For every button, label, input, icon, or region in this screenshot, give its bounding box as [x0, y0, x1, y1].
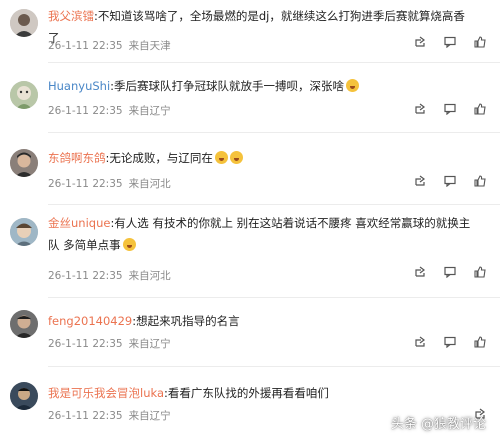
comment-actions	[414, 103, 486, 115]
avatar[interactable]	[10, 9, 38, 37]
comment-icon[interactable]	[444, 103, 456, 115]
like-icon[interactable]	[474, 36, 486, 48]
comment-text: HuanyuShi:季后赛球队打争冠球队就放手一搏呗，深张啥	[48, 75, 472, 97]
comment-time: 26-1-11 22:35	[48, 40, 123, 52]
comment-location: 来自辽宁	[128, 410, 171, 422]
comment-actions	[414, 266, 486, 278]
like-icon[interactable]	[474, 336, 486, 348]
comment-body: :无论成败，与辽同在	[105, 151, 213, 165]
comment-body: :看看广东队找的外援再看看咱们	[164, 386, 329, 400]
shock-emoji	[229, 151, 243, 164]
comment-text: 东鸽啊东鸽:无论成败，与辽同在	[48, 147, 472, 169]
comment-location: 来自辽宁	[128, 105, 171, 117]
avatar[interactable]	[10, 149, 38, 177]
comment-meta: 26-1-11 22:35 来自辽宁	[48, 103, 171, 118]
comment-text: 我是可乐我会冒泡luka:看看广东队找的外援再看看咱们	[48, 382, 472, 404]
share-icon[interactable]	[414, 36, 426, 48]
divider	[48, 132, 500, 133]
comment-time: 26-1-11 22:35	[48, 178, 123, 190]
smile-emoji	[346, 79, 360, 92]
comment-username[interactable]: 我是可乐我会冒泡luka	[48, 386, 164, 400]
like-icon[interactable]	[474, 175, 486, 187]
comment-username[interactable]: 我父滨镭	[48, 9, 94, 23]
avatar[interactable]	[10, 382, 38, 410]
watermark: 头条 @狼教评论	[390, 417, 486, 432]
comment-body: :想起来巩指导的名言	[132, 314, 240, 328]
avatar[interactable]	[10, 81, 38, 109]
comment-meta: 26-1-11 22:35 来自河北	[48, 176, 171, 191]
comment-icon[interactable]	[444, 266, 456, 278]
comment-location: 来自天津	[128, 40, 171, 52]
comment-meta: 26-1-11 22:35 来自天津	[48, 38, 171, 53]
comment-username[interactable]: 金丝unique	[48, 216, 110, 230]
share-icon[interactable]	[414, 175, 426, 187]
comment-icon[interactable]	[444, 175, 456, 187]
divider	[48, 62, 500, 63]
share-icon[interactable]	[414, 266, 426, 278]
comment-actions	[414, 336, 486, 348]
comment-location: 来自河北	[128, 270, 171, 282]
comment-username[interactable]: feng20140429	[48, 314, 132, 328]
comment-icon[interactable]	[444, 36, 456, 48]
comment-username[interactable]: HuanyuShi	[48, 79, 110, 93]
share-icon[interactable]	[414, 336, 426, 348]
comment-text: 金丝unique:有人选 有技术的你就上 别在这站着说话不腰疼 喜欢经常赢球的就…	[48, 212, 472, 256]
laugh-emoji	[122, 238, 136, 251]
comment-actions	[414, 175, 486, 187]
comment-meta: 26-1-11 22:35 来自辽宁	[48, 336, 171, 351]
comment-time: 26-1-11 22:35	[48, 410, 123, 422]
divider	[48, 204, 500, 205]
comment-body: :有人选 有技术的你就上 别在这站着说话不腰疼 喜欢经常赢球的就换主队 多简单点…	[48, 216, 471, 252]
comment-location: 来自河北	[128, 178, 171, 190]
divider	[48, 297, 500, 298]
divider	[48, 366, 500, 367]
comment-meta: 26-1-11 22:35 来自河北	[48, 268, 171, 283]
comment-username[interactable]: 东鸽啊东鸽	[48, 151, 106, 165]
comment-time: 26-1-11 22:35	[48, 270, 123, 282]
comment-meta: 26-1-11 22:35 来自辽宁	[48, 408, 171, 423]
comment-icon[interactable]	[444, 336, 456, 348]
like-icon[interactable]	[474, 103, 486, 115]
avatar[interactable]	[10, 310, 38, 338]
comment-actions	[414, 36, 486, 48]
comment-time: 26-1-11 22:35	[48, 105, 123, 117]
shock-emoji	[214, 151, 228, 164]
comment-location: 来自辽宁	[128, 338, 171, 350]
comment-body: :季后赛球队打争冠球队就放手一搏呗，深张啥	[110, 79, 345, 93]
avatar[interactable]	[10, 218, 38, 246]
comment-time: 26-1-11 22:35	[48, 338, 123, 350]
like-icon[interactable]	[474, 266, 486, 278]
share-icon[interactable]	[414, 103, 426, 115]
comment-text: feng20140429:想起来巩指导的名言	[48, 310, 472, 332]
